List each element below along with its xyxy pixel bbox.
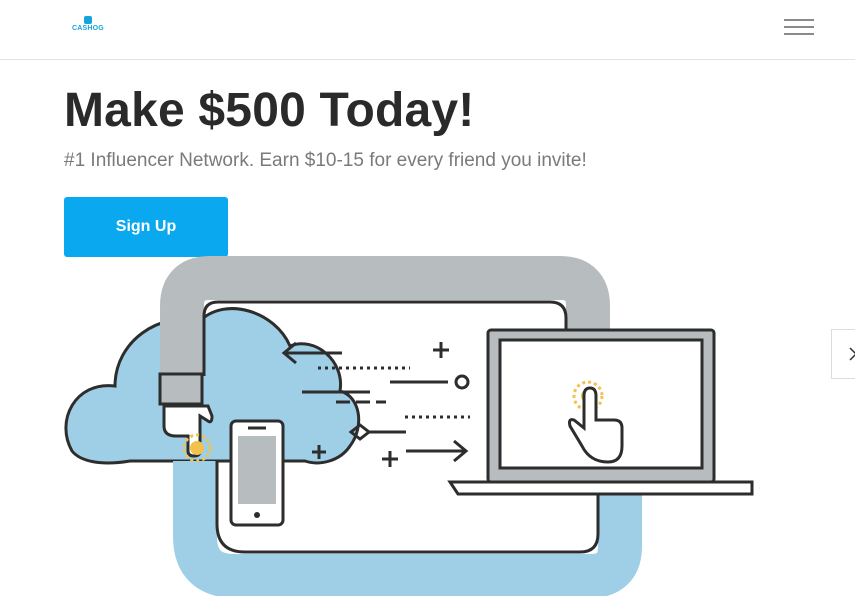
smartphone-icon bbox=[229, 419, 285, 527]
logo-mark-icon bbox=[84, 16, 92, 24]
cloud-icon bbox=[64, 307, 361, 465]
top-navbar: CASHOG bbox=[0, 0, 855, 60]
hero-title: Make $500 Today! bbox=[64, 84, 475, 137]
arrow-right-icon bbox=[406, 439, 469, 463]
cloud-sync-illustration bbox=[64, 256, 754, 596]
logo-text: CASHOG bbox=[72, 25, 104, 32]
chevron-right-icon bbox=[849, 347, 855, 361]
hamburger-menu-icon[interactable] bbox=[784, 17, 814, 37]
carousel-next-button[interactable] bbox=[831, 329, 855, 379]
hero-subtitle: #1 Influencer Network. Earn $10-15 for e… bbox=[64, 150, 587, 171]
brand-logo[interactable]: CASHOG bbox=[70, 16, 106, 38]
laptop-icon bbox=[447, 328, 754, 496]
sign-up-button[interactable]: Sign Up bbox=[64, 197, 228, 257]
